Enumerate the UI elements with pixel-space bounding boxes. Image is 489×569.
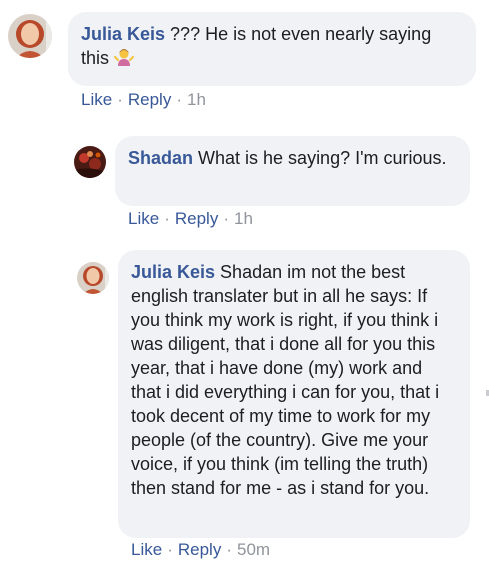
separator: · <box>226 540 232 559</box>
avatar-image <box>77 262 109 294</box>
separator: · <box>223 209 229 228</box>
reply-button[interactable]: Reply <box>175 209 218 228</box>
comment-timestamp[interactable]: 1h <box>187 90 206 109</box>
like-button[interactable]: Like <box>81 90 112 109</box>
person-shrugging-emoji-icon <box>113 47 135 67</box>
comment-julia-1: Julia Keis ??? He is not even nearly say… <box>0 0 489 120</box>
like-button[interactable]: Like <box>131 540 162 559</box>
comment-bubble: Shadan What is he saying? I'm curious. <box>115 136 470 206</box>
like-button[interactable]: Like <box>128 209 159 228</box>
comment-text: Shadan im not the best english translate… <box>131 262 440 498</box>
separator: · <box>164 209 170 228</box>
comment-author-link[interactable]: Shadan <box>128 148 193 168</box>
reply-julia-2: Julia Keis Shadan im not the best englis… <box>0 250 489 569</box>
separator: · <box>167 540 173 559</box>
comment-author-link[interactable]: Julia Keis <box>81 24 165 44</box>
comment-timestamp[interactable]: 50m <box>237 540 270 559</box>
avatar-shadan[interactable] <box>74 146 106 178</box>
reply-button[interactable]: Reply <box>178 540 221 559</box>
separator: · <box>176 90 182 109</box>
avatar-image <box>8 14 52 58</box>
avatar-julia-keis[interactable] <box>8 14 52 58</box>
avatar-julia-keis[interactable] <box>77 262 109 294</box>
comment-actions: Like · Reply · 1h <box>128 209 253 229</box>
avatar-image <box>74 146 106 178</box>
reply-shadan: Shadan What is he saying? I'm curious. L… <box>0 130 489 240</box>
comment-text: What is he saying? I'm curious. <box>193 148 447 168</box>
comment-author-link[interactable]: Julia Keis <box>131 262 215 282</box>
comment-actions: Like · Reply · 1h <box>81 90 206 110</box>
separator: · <box>117 90 123 109</box>
reply-button[interactable]: Reply <box>128 90 171 109</box>
comment-bubble: Julia Keis ??? He is not even nearly say… <box>68 12 476 86</box>
comment-actions: Like · Reply · 50m <box>131 540 270 560</box>
comment-bubble: Julia Keis Shadan im not the best englis… <box>118 250 470 538</box>
comment-timestamp[interactable]: 1h <box>234 209 253 228</box>
